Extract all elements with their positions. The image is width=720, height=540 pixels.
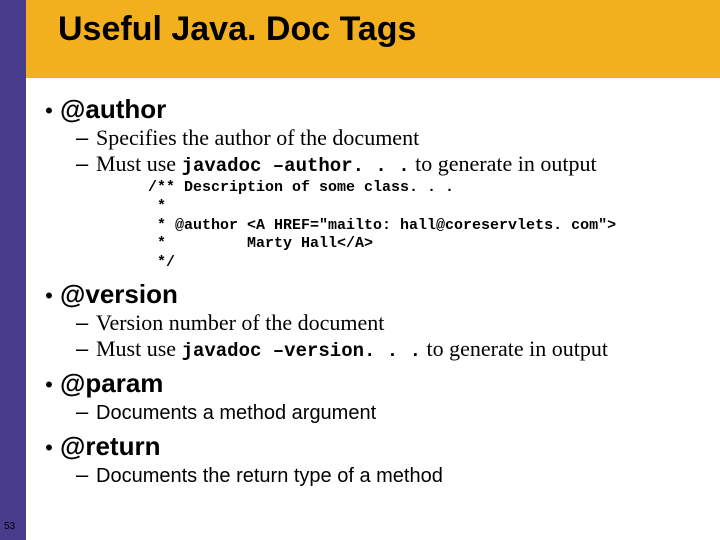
bullet-level2: –Version number of the document xyxy=(76,310,708,336)
bullet-level1: •@param xyxy=(38,368,708,399)
slide: Useful Java. Doc Tags •@author–Specifies… xyxy=(0,0,720,540)
bullet-heading: @author xyxy=(60,94,166,125)
dash-icon: – xyxy=(76,399,96,425)
bullet-level2: –Documents a method argument xyxy=(76,399,708,425)
bullet-level2: –Documents the return type of a method xyxy=(76,462,708,488)
bullet-sub-text: Version number of the document xyxy=(96,310,384,336)
dash-icon: – xyxy=(76,336,96,362)
bullet-sub-text: Must use javadoc –version. . . to genera… xyxy=(96,336,608,362)
bullet-heading: @return xyxy=(60,431,160,462)
bullet-heading: @version xyxy=(60,279,178,310)
bullet-heading: @param xyxy=(60,368,163,399)
dash-icon: – xyxy=(76,125,96,151)
left-accent-stripe xyxy=(0,0,26,540)
bullet-dot-icon: • xyxy=(38,283,60,309)
bullet-level2: –Specifies the author of the document xyxy=(76,125,708,151)
bullet-dot-icon: • xyxy=(38,98,60,124)
bullet-sub-text: Specifies the author of the document xyxy=(96,125,419,151)
slide-content: •@author–Specifies the author of the doc… xyxy=(38,88,708,488)
bullet-level2: –Must use javadoc –version. . . to gener… xyxy=(76,336,708,362)
bullet-level1: •@version xyxy=(38,279,708,310)
bullet-dot-icon: • xyxy=(38,435,60,461)
code-block: /** Description of some class. . . * * @… xyxy=(148,179,708,273)
dash-icon: – xyxy=(76,462,96,488)
bullet-dot-icon: • xyxy=(38,372,60,398)
bullet-level2: –Must use javadoc –author. . . to genera… xyxy=(76,151,708,177)
slide-title: Useful Java. Doc Tags xyxy=(58,10,416,49)
dash-icon: – xyxy=(76,310,96,336)
bullet-sub-text: Documents the return type of a method xyxy=(96,465,443,488)
bullet-level1: •@author xyxy=(38,94,708,125)
dash-icon: – xyxy=(76,151,96,177)
bullet-sub-text: Must use javadoc –author. . . to generat… xyxy=(96,151,597,177)
bullet-sub-text: Documents a method argument xyxy=(96,402,376,425)
bullet-level1: •@return xyxy=(38,431,708,462)
page-number: 53 xyxy=(4,521,15,532)
